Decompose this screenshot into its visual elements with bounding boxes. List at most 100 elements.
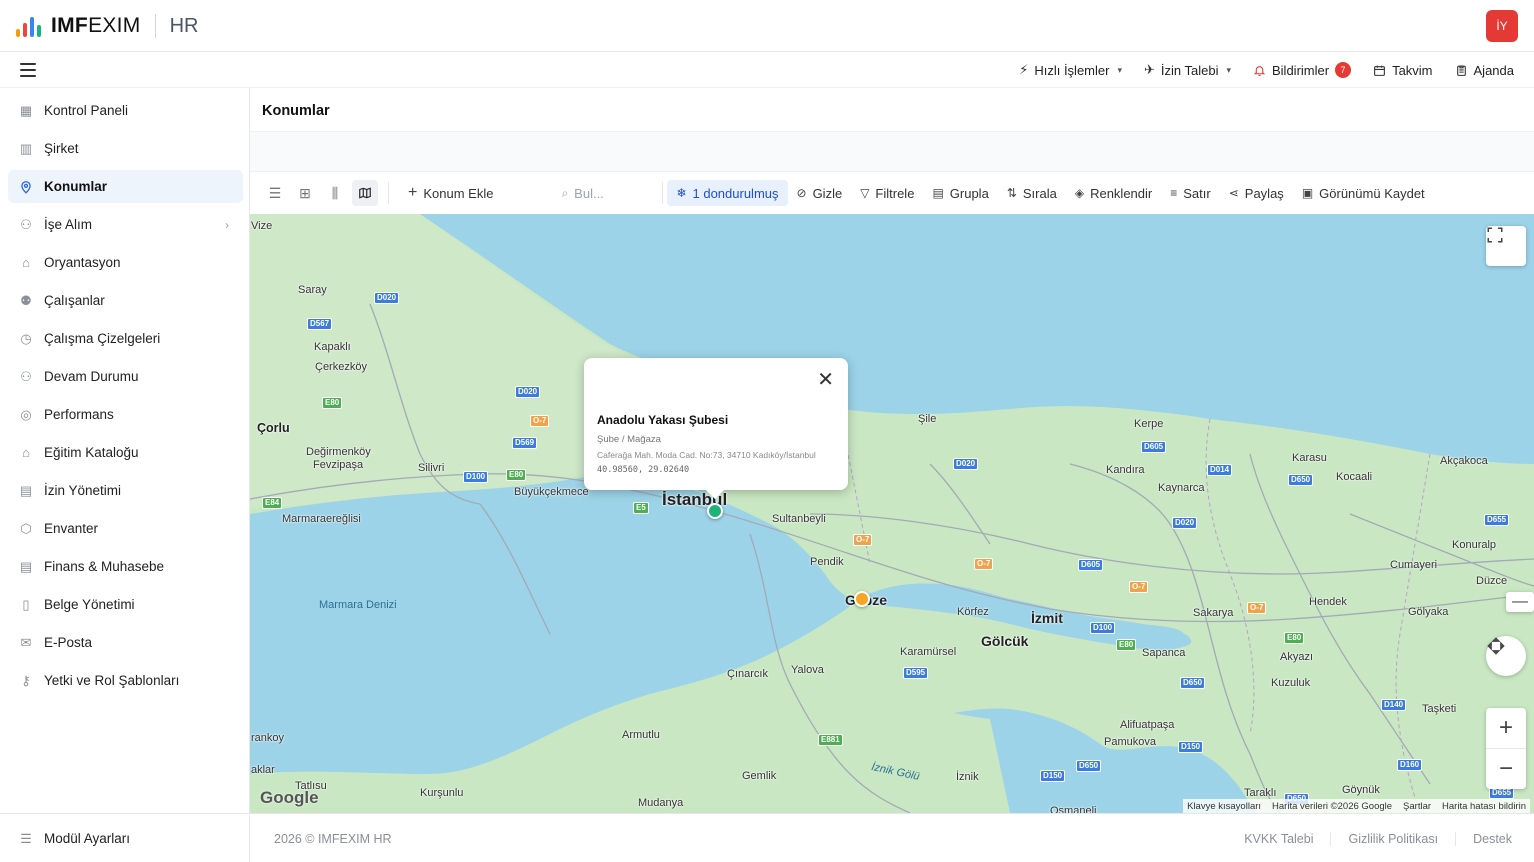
- sidebar-item-egitim-katalogu[interactable]: ⌂ Eğitim Kataloğu: [8, 436, 243, 469]
- map-base: [250, 214, 1534, 813]
- location-marker-selected[interactable]: [707, 503, 723, 519]
- zoom-in-icon[interactable]: +: [1486, 709, 1526, 749]
- sidebar-item-belge-yonetimi[interactable]: ▯ Belge Yönetimi: [8, 588, 243, 621]
- agenda-button[interactable]: Ajanda: [1455, 63, 1514, 78]
- close-icon[interactable]: ✕: [817, 370, 834, 390]
- fullscreen-icon[interactable]: [1486, 226, 1526, 266]
- building-icon: ▥: [19, 140, 33, 156]
- sidebar-item-yetki-rol-sablonlari[interactable]: ⚷ Yetki ve Rol Şablonları: [8, 664, 243, 697]
- kvkk-link[interactable]: KVKK Talebi: [1227, 832, 1330, 846]
- filter-button[interactable]: ▽ Filtrele: [851, 180, 923, 206]
- sidebar-item-konumlar[interactable]: Konumlar: [8, 170, 243, 203]
- map-label: Çerkezköy: [315, 361, 367, 373]
- sidebar-item-oryantasyon[interactable]: ⌂ Oryantasyon: [8, 246, 243, 279]
- map-side-tab[interactable]: ―: [1506, 592, 1534, 612]
- group-button[interactable]: ▤ Grupla: [923, 180, 997, 206]
- popup-coordinates: 40.98560, 29.02640: [597, 465, 690, 475]
- map-label: Taraklı: [1244, 787, 1277, 799]
- map-attribution: Klavye kısayolları Harita verileri ©2026…: [1183, 799, 1530, 813]
- calendar-button[interactable]: Takvim: [1373, 63, 1433, 78]
- privacy-policy-link[interactable]: Gizlilik Politikası: [1331, 832, 1455, 846]
- map-label: Gemlik: [742, 770, 777, 782]
- row-height-button[interactable]: ≡ Satır: [1161, 180, 1219, 206]
- map-label: Marmaraereğlisi: [282, 513, 361, 525]
- clipboard-icon: [1456, 65, 1466, 76]
- road-shield: D655: [1484, 514, 1510, 526]
- map-label: Pendik: [810, 556, 844, 568]
- sidebar-item-performans[interactable]: ◎ Performans: [8, 398, 243, 431]
- popup-type: Şube / Mağaza: [597, 434, 661, 445]
- colorize-button[interactable]: ◈ Renklendir: [1066, 180, 1161, 206]
- sidebar-item-calisanlar[interactable]: ⚉ Çalışanlar: [8, 284, 243, 317]
- map-label: İzmit: [1031, 610, 1063, 626]
- top-bar: IMFEXIM HR İY: [0, 0, 1534, 52]
- paint-bucket-icon: ◈: [1074, 186, 1085, 200]
- map-label: Karamürsel: [900, 646, 957, 658]
- sidebar-item-ise-alim[interactable]: ⚇ İşe Alım ›: [8, 208, 243, 241]
- page-footer: 2026 © IMFEXIM HR KVKK Talebi Gizlilik P…: [250, 813, 1534, 862]
- add-location-button[interactable]: + Konum Ekle: [399, 180, 502, 206]
- road-shield: D100: [463, 471, 489, 483]
- map-label: Osmaneli: [1050, 805, 1097, 813]
- map-view[interactable]: Vize Saray Kapaklı Çerkezköy Çorlu Değir…: [250, 214, 1534, 813]
- menu-toggle-icon[interactable]: [20, 63, 36, 77]
- share-icon: ⋖: [1228, 186, 1239, 200]
- zoom-controls: + −: [1486, 708, 1526, 789]
- sidebar-item-e-posta[interactable]: ✉︎ E-Posta: [8, 626, 243, 659]
- map-label: Kapaklı: [314, 341, 351, 353]
- calendar-icon: [1374, 65, 1385, 76]
- map-label: Pamukova: [1104, 736, 1156, 748]
- user-avatar[interactable]: İY: [1486, 10, 1518, 42]
- map-label: İznik: [956, 771, 979, 783]
- map-label: Marmara Denizi: [319, 599, 397, 611]
- support-link[interactable]: Destek: [1456, 832, 1512, 846]
- pan-control-icon[interactable]: [1486, 636, 1526, 676]
- road-shield: D020: [515, 386, 541, 398]
- road-shield: E80: [1116, 639, 1137, 651]
- report-map-error-link[interactable]: Harita hatası bildirin: [1442, 801, 1526, 812]
- road-shield: D605: [1141, 441, 1167, 453]
- chart-view-icon[interactable]: ⫼: [322, 180, 348, 206]
- map-label: Gölcük: [981, 633, 1029, 649]
- brand-name: IMFEXIM: [51, 14, 141, 37]
- quick-actions-button[interactable]: ⚡︎ Hızlı İşlemler ▾: [1019, 62, 1122, 78]
- frozen-columns-button[interactable]: ❄︎ 1 dondurulmuş: [667, 180, 788, 206]
- module-settings-button[interactable]: ☰ Modül Ayarları: [8, 822, 243, 855]
- sidebar-item-envanter[interactable]: ⬡ Envanter: [8, 512, 243, 545]
- road-shield: D014: [1207, 464, 1233, 476]
- location-marker[interactable]: [854, 591, 870, 607]
- search-input[interactable]: ⌕ Bul...: [552, 180, 662, 206]
- hide-button[interactable]: ⊘ Gizle: [788, 180, 852, 206]
- zoom-out-icon[interactable]: −: [1486, 749, 1526, 789]
- page-subheader: [250, 132, 1534, 172]
- map-label: Büyükçekmece: [514, 486, 589, 498]
- map-view-icon[interactable]: [352, 180, 378, 206]
- location-popup: ✕ Anadolu Yakası Şubesi Şube / Mağaza Ca…: [584, 358, 848, 499]
- logo-chart-icon: [16, 15, 41, 37]
- map-label: Kandıra: [1106, 464, 1145, 476]
- user-check-icon: ⚇: [20, 368, 32, 384]
- sidebar-item-finans-muhasebe[interactable]: ▤ Finans & Muhasebe: [8, 550, 243, 583]
- road-shield: D100: [1090, 622, 1116, 634]
- leave-request-button[interactable]: ✈︎ İzin Talebi ▾: [1144, 62, 1231, 78]
- road-shield: D020: [1172, 517, 1198, 529]
- map-label: Taşketi: [1422, 703, 1457, 715]
- sort-button[interactable]: ⇅ Sırala: [998, 180, 1066, 206]
- sidebar-item-izin-yonetimi[interactable]: ▤ İzin Yönetimi: [8, 474, 243, 507]
- map-label: Yalova: [791, 664, 824, 676]
- sidebar-item-kontrol-paneli[interactable]: ▦ Kontrol Paneli: [8, 94, 243, 127]
- road-shield: D160: [1397, 759, 1423, 771]
- app-logo[interactable]: IMFEXIM HR: [16, 12, 199, 40]
- sidebar-item-sirket[interactable]: ▥ Şirket: [8, 132, 243, 165]
- save-view-button[interactable]: ▣ Görünümü Kaydet: [1293, 180, 1434, 206]
- grid-view-icon[interactable]: ⊞: [292, 180, 318, 206]
- keyboard-shortcuts-link[interactable]: Klavye kısayolları: [1187, 801, 1261, 812]
- terms-link[interactable]: Şartlar: [1403, 801, 1431, 812]
- map-label: Alifuatpaşa: [1120, 719, 1175, 731]
- sidebar-item-devam-durumu[interactable]: ⚇ Devam Durumu: [8, 360, 243, 393]
- map-label: Silivri: [418, 462, 445, 474]
- list-view-icon[interactable]: ☰: [262, 180, 288, 206]
- sidebar-item-calisma-cizelgeleri[interactable]: ◷ Çalışma Çizelgeleri: [8, 322, 243, 355]
- notifications-button[interactable]: Bildirimler 7: [1253, 62, 1352, 78]
- share-button[interactable]: ⋖ Paylaş: [1220, 180, 1293, 206]
